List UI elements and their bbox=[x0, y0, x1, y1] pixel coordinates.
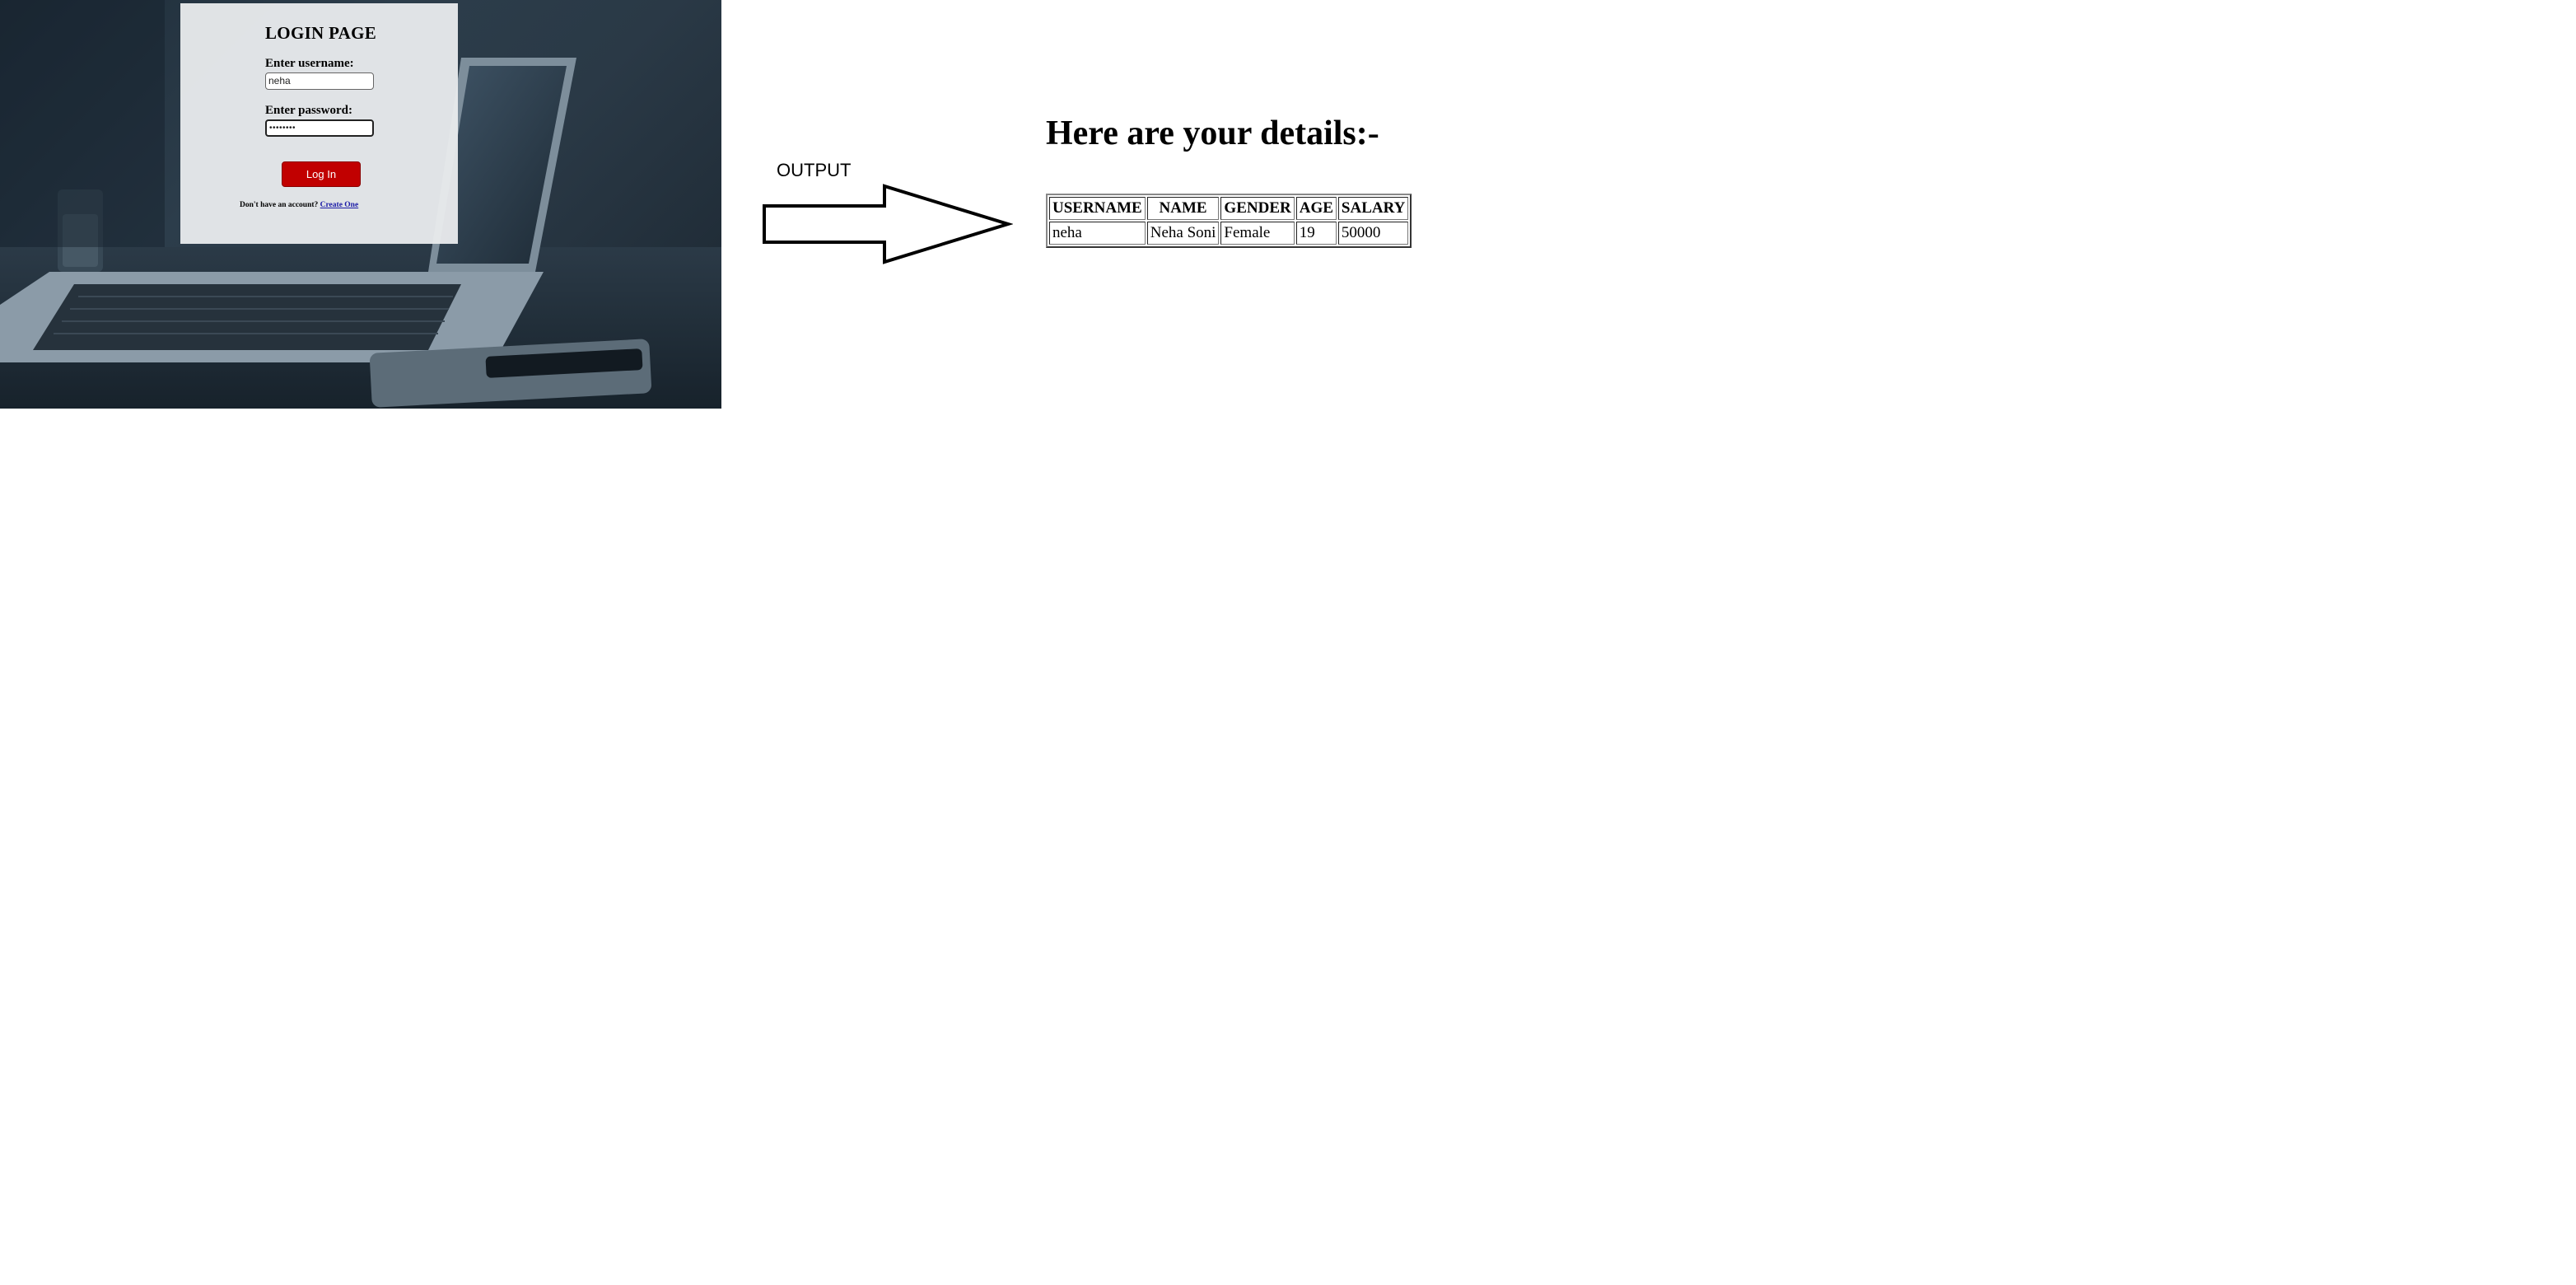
column-header-name: NAME bbox=[1146, 197, 1220, 220]
password-label: Enter password: bbox=[265, 104, 352, 117]
column-header-username: USERNAME bbox=[1049, 197, 1146, 220]
details-heading: Here are your details:- bbox=[1046, 114, 1379, 152]
username-input[interactable]: neha bbox=[265, 72, 374, 90]
login-page-screenshot: LOGIN PAGE Enter username: neha Enter pa… bbox=[0, 0, 721, 409]
cell-name: Neha Soni bbox=[1146, 222, 1220, 245]
column-header-gender: GENDER bbox=[1220, 197, 1295, 220]
cell-age: 19 bbox=[1295, 222, 1337, 245]
details-header-row: USERNAME NAME GENDER AGE SALARY bbox=[1049, 197, 1409, 220]
cell-salary: 50000 bbox=[1337, 222, 1409, 245]
signup-prompt: Don't have an account? Create One bbox=[240, 201, 358, 209]
password-input[interactable]: •••••••• bbox=[265, 119, 374, 137]
signup-prompt-text: Don't have an account? bbox=[240, 201, 319, 209]
details-table: USERNAME NAME GENDER AGE SALARY neha Neh… bbox=[1046, 194, 1412, 248]
create-account-link[interactable]: Create One bbox=[320, 201, 359, 209]
login-button[interactable]: Log In bbox=[282, 161, 361, 187]
login-form: LOGIN PAGE Enter username: neha Enter pa… bbox=[265, 23, 430, 137]
table-row: neha Neha Soni Female 19 50000 bbox=[1049, 222, 1409, 245]
login-form-card: LOGIN PAGE Enter username: neha Enter pa… bbox=[180, 3, 458, 244]
column-header-salary: SALARY bbox=[1337, 197, 1409, 220]
output-label: OUTPUT bbox=[777, 160, 852, 180]
username-label: Enter username: bbox=[265, 57, 354, 70]
cell-username: neha bbox=[1049, 222, 1146, 245]
login-page-title: LOGIN PAGE bbox=[265, 23, 377, 43]
cell-gender: Female bbox=[1220, 222, 1295, 245]
column-header-age: AGE bbox=[1295, 197, 1337, 220]
right-arrow-icon bbox=[763, 184, 1013, 264]
